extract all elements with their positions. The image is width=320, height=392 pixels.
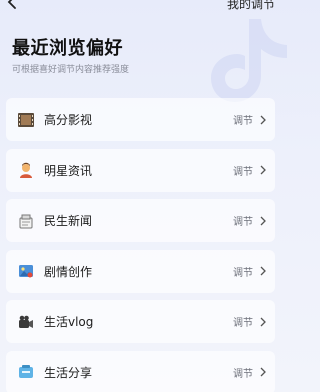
picture-icon	[18, 263, 34, 279]
adjust-button[interactable]: 调节	[233, 163, 253, 178]
chevron-right-icon	[260, 165, 266, 175]
news-icon	[18, 213, 34, 229]
chevron-right-icon	[260, 115, 266, 124]
preference-list: 高分影视 调节 明星资讯 调节 民生新闻 调节 剧情创作 调节 生活vlog 调…	[6, 98, 275, 392]
film-strip-icon	[18, 112, 34, 128]
video-camera-icon	[18, 314, 34, 330]
adjust-button[interactable]: 调节	[233, 112, 253, 127]
item-label: 民生新闻	[44, 214, 93, 228]
list-item-celebrity-news[interactable]: 明星资讯 调节	[6, 148, 275, 192]
list-item-livelihood-news[interactable]: 民生新闻 调节	[6, 199, 275, 242]
music-note-watermark-icon	[211, 19, 287, 102]
top-bar: 我的调节	[0, 0, 283, 12]
list-item-high-score-film[interactable]: 高分影视 调节	[6, 98, 275, 141]
page-title: 最近浏览偏好	[12, 38, 123, 59]
chevron-right-icon	[260, 317, 266, 326]
item-label: 生活vlog	[44, 315, 94, 329]
item-label: 生活分享	[44, 365, 93, 380]
celebrity-icon	[18, 162, 34, 178]
list-item-life-vlog[interactable]: 生活vlog 调节	[6, 300, 275, 343]
adjust-button[interactable]: 调节	[233, 314, 253, 329]
adjust-button[interactable]: 调节	[233, 365, 253, 380]
item-label: 明星资讯	[44, 163, 93, 178]
adjust-button[interactable]: 调节	[233, 213, 253, 228]
back-arrow-icon[interactable]	[6, 0, 20, 10]
list-item-drama-creation[interactable]: 剧情创作 调节	[6, 249, 275, 293]
page-subtitle: 可根据喜好调节内容推荐强度	[12, 65, 130, 75]
list-item-life-sharing[interactable]: 生活分享 调节	[6, 350, 275, 392]
chevron-right-icon	[260, 367, 266, 377]
my-adjustments-link[interactable]: 我的调节	[227, 0, 275, 12]
adjust-button[interactable]: 调节	[233, 264, 253, 279]
item-label: 剧情创作	[44, 264, 93, 279]
chevron-right-icon	[260, 216, 266, 225]
chevron-right-icon	[260, 266, 266, 276]
item-label: 高分影视	[44, 113, 93, 127]
share-icon	[18, 364, 34, 380]
